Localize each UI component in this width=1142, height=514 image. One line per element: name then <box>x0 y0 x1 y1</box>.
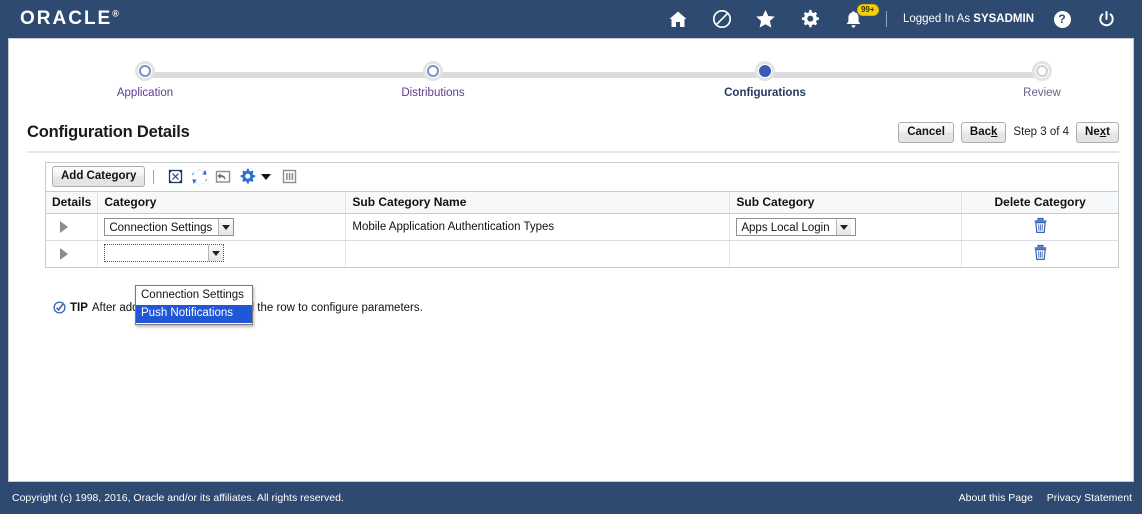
category-select-row-1[interactable]: Connection Settings <box>104 218 235 236</box>
train-label-configurations: Configurations <box>724 87 806 99</box>
header-divider <box>885 11 887 27</box>
row-sub-category-name-cell <box>345 240 731 267</box>
refresh-icon[interactable] <box>187 166 211 188</box>
no-entry-icon[interactable] <box>700 0 744 38</box>
help-icon[interactable]: ? <box>1040 0 1084 38</box>
tip-label: TIP <box>70 301 88 314</box>
expand-arrows-icon[interactable] <box>163 166 187 188</box>
notifications-bell-icon[interactable]: 99+ <box>832 0 879 38</box>
wizard-train: Application Distributions Configurations… <box>9 61 1133 117</box>
sub-category-select-value-row-1: Apps Local Login <box>741 222 830 234</box>
privacy-statement-link[interactable]: Privacy Statement <box>1047 492 1132 504</box>
train-label-application: Application <box>116 87 174 99</box>
train-dot-distributions <box>423 61 443 81</box>
export-icon[interactable] <box>211 166 235 188</box>
sub-category-select-arrow-row-1 <box>835 219 851 235</box>
back-button[interactable]: Back <box>960 121 1007 143</box>
column-header-details: Details <box>46 191 99 214</box>
notification-badge: 99+ <box>856 4 879 16</box>
train-label-review: Review <box>1023 87 1061 99</box>
column-header-sub-category-name: Sub Category Name <box>345 191 731 214</box>
content-frame: Application Distributions Configurations… <box>8 38 1134 482</box>
train-connector-line <box>140 72 1037 78</box>
category-select-row-2[interactable] <box>104 244 225 262</box>
category-select-arrow-row-1 <box>218 219 234 235</box>
train-dot-application <box>135 61 155 81</box>
tip-icon <box>53 301 66 314</box>
header-icon-bar: 99+ Logged In As SYSADMIN ? <box>656 0 1128 38</box>
row-category-cell: Connection Settings <box>97 213 347 241</box>
train-step-review: Review <box>957 61 1127 99</box>
row-sub-category-name-cell: Mobile Application Authentication Types <box>345 213 731 241</box>
oracle-logo-text: ORACLE <box>20 8 113 29</box>
add-category-button[interactable]: Add Category <box>52 166 146 187</box>
oracle-logo-trademark: ® <box>112 8 119 19</box>
expand-row-triangle-icon[interactable] <box>60 248 68 260</box>
wizard-action-buttons: Cancel Back Step 3 of 4 Next <box>898 121 1119 143</box>
trash-icon[interactable] <box>1033 217 1048 237</box>
back-button-label: Bac <box>969 125 992 138</box>
logout-power-icon[interactable] <box>1084 0 1128 38</box>
chevron-down-icon[interactable] <box>261 173 272 180</box>
trash-icon[interactable] <box>1033 244 1048 264</box>
row-sub-category-cell <box>729 240 963 267</box>
application-window: ORACLE® 99+ Logged In As SYSADMIN ? Appl… <box>0 0 1142 514</box>
gear-icon[interactable] <box>235 166 259 188</box>
next-button[interactable]: Next <box>1076 121 1119 143</box>
train-step-application[interactable]: Application <box>60 61 230 99</box>
footer-links: About this Page Privacy Statement <box>959 492 1132 504</box>
table-header-row: Details Category Sub Category Name Sub C… <box>46 191 1118 214</box>
row-delete-cell <box>961 213 1118 241</box>
train-step-distributions[interactable]: Distributions <box>348 61 518 99</box>
title-divider <box>27 151 1119 153</box>
expand-row-triangle-icon[interactable] <box>60 221 68 233</box>
dropdown-option-push-notifications[interactable]: Push Notifications <box>136 305 252 323</box>
row-expand-cell <box>46 213 99 241</box>
next-button-label-post: t <box>1106 125 1110 138</box>
table-row <box>46 240 1118 268</box>
sub-category-select-row-1[interactable]: Apps Local Login <box>736 218 857 236</box>
category-select-arrow-row-2 <box>208 245 224 261</box>
columns-icon[interactable] <box>277 166 301 188</box>
row-category-cell <box>97 240 347 267</box>
page-footer: Copyright (c) 1998, 2016, Oracle and/or … <box>0 482 1142 514</box>
row-expand-cell <box>46 240 99 267</box>
step-indicator: Step 3 of 4 <box>1013 126 1070 138</box>
logged-in-username: SYSADMIN <box>973 13 1034 25</box>
column-header-category: Category <box>97 191 347 214</box>
home-icon[interactable] <box>656 0 700 38</box>
next-button-label-pre: Ne <box>1085 125 1100 138</box>
help-icon-glyph: ? <box>1053 10 1071 28</box>
train-dot-review <box>1032 61 1052 81</box>
page-title: Configuration Details <box>27 122 190 141</box>
table-row: Connection Settings Mobile Application A… <box>46 213 1118 241</box>
cancel-button[interactable]: Cancel <box>898 121 954 143</box>
settings-gear-icon[interactable] <box>788 0 832 38</box>
about-this-page-link[interactable]: About this Page <box>959 492 1033 504</box>
page-title-row: Configuration Details Cancel Back Step 3… <box>9 117 1133 147</box>
back-button-accesskey: k <box>991 125 998 138</box>
train-label-distributions: Distributions <box>401 87 465 99</box>
logged-in-prefix: Logged In As <box>902 13 971 25</box>
column-header-sub-category: Sub Category <box>729 191 963 214</box>
train-dot-configurations <box>755 61 775 81</box>
row-delete-cell <box>962 241 1118 268</box>
configuration-table: Add Category Details Category Sub Catego… <box>45 162 1119 268</box>
train-step-configurations[interactable]: Configurations <box>680 61 850 99</box>
category-select-value-row-2 <box>105 245 208 261</box>
favorites-star-icon[interactable] <box>744 0 788 38</box>
dropdown-option-connection-settings[interactable]: Connection Settings <box>136 287 252 305</box>
category-dropdown-list[interactable]: Connection Settings Push Notifications <box>135 285 253 325</box>
oracle-logo: ORACLE® <box>20 8 119 30</box>
toolbar-divider <box>153 169 155 184</box>
copyright-text: Copyright (c) 1998, 2016, Oracle and/or … <box>12 492 344 504</box>
table-toolbar: Add Category <box>46 163 1118 191</box>
category-select-value-row-1: Connection Settings <box>109 222 213 234</box>
logged-in-status: Logged In As SYSADMIN <box>903 13 1034 25</box>
global-header: ORACLE® 99+ Logged In As SYSADMIN ? <box>0 0 1142 38</box>
category-grid: Details Category Sub Category Name Sub C… <box>46 191 1118 267</box>
row-sub-category-cell: Apps Local Login <box>729 213 963 241</box>
column-header-delete-category: Delete Category <box>961 191 1118 214</box>
